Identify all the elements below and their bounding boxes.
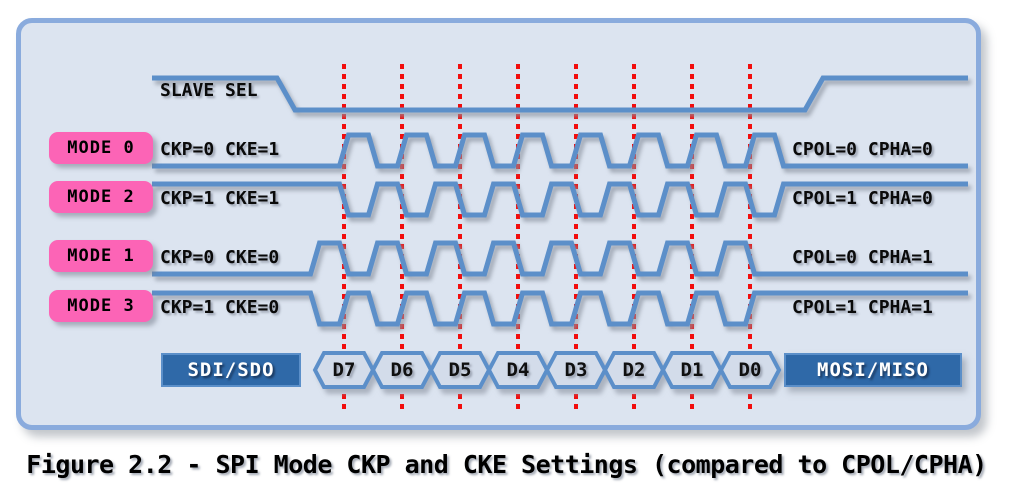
- bus-cell-label-d4: D4: [506, 359, 530, 381]
- bus-endcap-left[interactable]: SDI/SDO: [161, 353, 301, 387]
- bus-cell-d7[interactable]: [312, 351, 376, 389]
- figure-caption: Figure 2.2 - SPI Mode CKP and CKE Settin…: [26, 450, 987, 479]
- bus-cell-d6[interactable]: [370, 351, 434, 389]
- data-bus: SDI/SDO MOSI/MISO D7 D6 D5 D4 D3 D2 D1 D0: [0, 0, 1013, 501]
- bus-cell-label-d7: D7: [332, 359, 356, 381]
- bus-cell-label-d0: D0: [738, 359, 762, 381]
- bus-cell-d4[interactable]: [486, 351, 550, 389]
- bus-shape-layer: [312, 351, 782, 389]
- bus-cell-label-d1: D1: [680, 359, 704, 381]
- bus-cell-label-d6: D6: [390, 359, 414, 381]
- bus-cell-d5[interactable]: [428, 351, 492, 389]
- figure-root: SLAVE SEL MODE 0 MODE 2 MODE 1 MODE 3 CK…: [0, 0, 1013, 501]
- bus-cell-d1[interactable]: [660, 351, 724, 389]
- bus-cell-d3[interactable]: [544, 351, 608, 389]
- bus-cell-label-d2: D2: [622, 359, 646, 381]
- bus-endcap-right[interactable]: MOSI/MISO: [784, 353, 962, 387]
- bus-cell-label-d5: D5: [448, 359, 472, 381]
- bus-cell-label-d3: D3: [564, 359, 588, 381]
- bus-cell-d0[interactable]: [718, 351, 782, 389]
- bus-cell-d2[interactable]: [602, 351, 666, 389]
